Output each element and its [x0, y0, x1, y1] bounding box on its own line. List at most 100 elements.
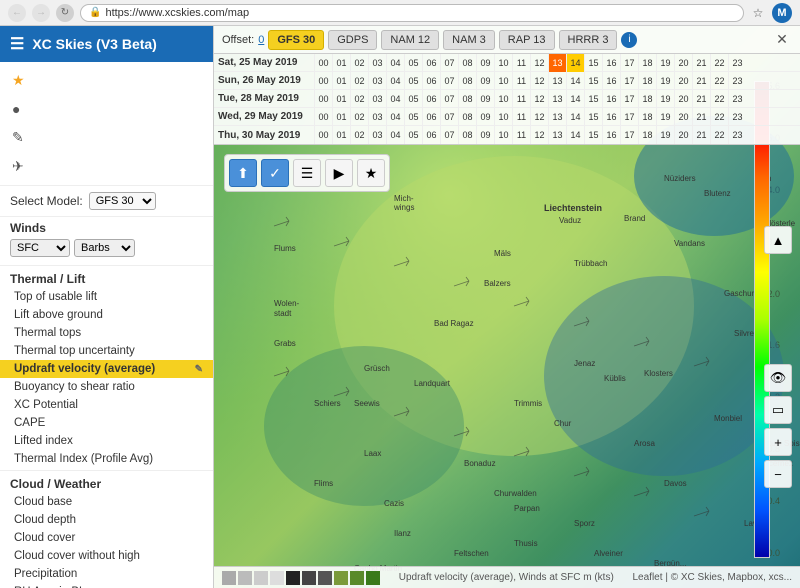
hour-cell-3-11[interactable]: 11	[512, 108, 530, 126]
cursor-tool-button[interactable]: ⬆	[229, 159, 257, 187]
play-button[interactable]: ▶	[325, 159, 353, 187]
hour-cell-0-8[interactable]: 08	[458, 54, 476, 72]
hour-cell-4-11[interactable]: 11	[512, 126, 530, 144]
hour-cell-1-16[interactable]: 16	[602, 72, 620, 90]
close-button[interactable]: ✕	[772, 30, 792, 50]
sidebar-icon-plane[interactable]: ✈	[0, 152, 213, 181]
hour-cell-2-2[interactable]: 02	[350, 90, 368, 108]
hour-cell-3-5[interactable]: 05	[404, 108, 422, 126]
hour-cell-2-15[interactable]: 15	[584, 90, 602, 108]
hour-cell-0-11[interactable]: 11	[512, 54, 530, 72]
menu-item-thermal-tops[interactable]: Thermal tops	[0, 324, 213, 342]
scroll-up-button[interactable]: ▲	[764, 226, 792, 254]
hour-cell-4-16[interactable]: 16	[602, 126, 620, 144]
hour-cell-4-10[interactable]: 10	[494, 126, 512, 144]
hour-cell-3-20[interactable]: 20	[674, 108, 692, 126]
hamburger-icon[interactable]: ☰	[10, 34, 24, 54]
hour-cell-0-22[interactable]: 22	[710, 54, 728, 72]
menu-item-updraft-velocity[interactable]: Updraft velocity (average) ✎	[0, 360, 213, 378]
hour-cell-4-7[interactable]: 07	[440, 126, 458, 144]
hour-cell-4-17[interactable]: 17	[620, 126, 638, 144]
hour-cell-3-22[interactable]: 22	[710, 108, 728, 126]
menu-item-precipitation[interactable]: Precipitation	[0, 565, 213, 583]
hour-cell-3-9[interactable]: 09	[476, 108, 494, 126]
layers-button[interactable]: ☰	[293, 159, 321, 187]
hour-cell-3-16[interactable]: 16	[602, 108, 620, 126]
hour-cell-1-19[interactable]: 19	[656, 72, 674, 90]
menu-item-cape[interactable]: CAPE	[0, 414, 213, 432]
menu-item-cloud-depth[interactable]: Cloud depth	[0, 511, 213, 529]
refresh-button[interactable]: ↻	[56, 4, 74, 22]
hour-cell-4-9[interactable]: 09	[476, 126, 494, 144]
menu-item-thermal-index[interactable]: Thermal Index (Profile Avg)	[0, 450, 213, 468]
hour-cell-4-13[interactable]: 13	[548, 126, 566, 144]
hour-cell-4-1[interactable]: 01	[332, 126, 350, 144]
tab-gfs30[interactable]: GFS 30	[268, 30, 324, 50]
hour-cell-1-11[interactable]: 11	[512, 72, 530, 90]
sidebar-icon-location[interactable]: ●	[0, 95, 213, 123]
menu-item-cloud-cover[interactable]: Cloud cover	[0, 529, 213, 547]
hour-cell-0-5[interactable]: 05	[404, 54, 422, 72]
tab-hrrr3[interactable]: HRRR 3	[559, 30, 618, 50]
menu-item-xc-potential[interactable]: XC Potential	[0, 396, 213, 414]
hour-cell-2-6[interactable]: 06	[422, 90, 440, 108]
hour-cell-3-18[interactable]: 18	[638, 108, 656, 126]
hour-cell-0-14[interactable]: 14	[566, 54, 584, 72]
hour-cell-3-6[interactable]: 06	[422, 108, 440, 126]
hour-cell-1-5[interactable]: 05	[404, 72, 422, 90]
hour-cell-0-13[interactable]: 13	[548, 54, 566, 72]
menu-item-cloud-cover-no-high[interactable]: Cloud cover without high	[0, 547, 213, 565]
hour-cell-0-9[interactable]: 09	[476, 54, 494, 72]
hour-cell-0-20[interactable]: 20	[674, 54, 692, 72]
hour-cell-4-20[interactable]: 20	[674, 126, 692, 144]
hour-cell-4-4[interactable]: 04	[386, 126, 404, 144]
hour-cell-1-18[interactable]: 18	[638, 72, 656, 90]
winds-type-dropdown[interactable]: Barbs Arrows None	[74, 239, 135, 257]
hour-cell-0-4[interactable]: 04	[386, 54, 404, 72]
hour-cell-1-20[interactable]: 20	[674, 72, 692, 90]
hour-cell-1-4[interactable]: 04	[386, 72, 404, 90]
hour-cell-1-23[interactable]: 23	[728, 72, 746, 90]
zoom-in-button[interactable]: +	[764, 428, 792, 456]
hour-cell-0-23[interactable]: 23	[728, 54, 746, 72]
hour-cell-0-1[interactable]: 01	[332, 54, 350, 72]
hour-cell-3-17[interactable]: 17	[620, 108, 638, 126]
hour-cell-0-12[interactable]: 12	[530, 54, 548, 72]
hour-cell-4-14[interactable]: 14	[566, 126, 584, 144]
user-avatar[interactable]: M	[772, 3, 792, 23]
hour-cell-1-13[interactable]: 13	[548, 72, 566, 90]
eye-button[interactable]: 👁	[764, 364, 792, 392]
hour-cell-0-17[interactable]: 17	[620, 54, 638, 72]
hour-cell-3-3[interactable]: 03	[368, 108, 386, 126]
hour-cell-4-19[interactable]: 19	[656, 126, 674, 144]
map-container[interactable]: Liechtenstein Vaduz Mäls Balzers Bad Rag…	[214, 26, 800, 588]
hour-cell-2-13[interactable]: 13	[548, 90, 566, 108]
hour-cell-1-3[interactable]: 03	[368, 72, 386, 90]
hour-cell-2-23[interactable]: 23	[728, 90, 746, 108]
hour-cell-1-6[interactable]: 06	[422, 72, 440, 90]
menu-item-buoyancy-shear[interactable]: Buoyancy to shear ratio	[0, 378, 213, 396]
tab-rap13[interactable]: RAP 13	[499, 30, 555, 50]
winds-level-dropdown[interactable]: SFC 500m 1000m 2000m 3000m	[10, 239, 70, 257]
hour-cell-1-9[interactable]: 09	[476, 72, 494, 90]
model-dropdown[interactable]: GFS 30 GDPS NAM 12 NAM 3 RAP 13 HRRR 3	[89, 192, 156, 210]
edit-icon[interactable]: ✎	[195, 364, 203, 375]
hour-cell-3-19[interactable]: 19	[656, 108, 674, 126]
hour-cell-4-22[interactable]: 22	[710, 126, 728, 144]
hour-cell-2-1[interactable]: 01	[332, 90, 350, 108]
hour-cell-4-0[interactable]: 00	[314, 126, 332, 144]
hour-cell-1-17[interactable]: 17	[620, 72, 638, 90]
back-button[interactable]: ←	[8, 4, 26, 22]
tab-nam12[interactable]: NAM 12	[381, 30, 439, 50]
hour-cell-2-19[interactable]: 19	[656, 90, 674, 108]
forward-button[interactable]: →	[32, 4, 50, 22]
hour-cell-2-22[interactable]: 22	[710, 90, 728, 108]
hour-cell-2-3[interactable]: 03	[368, 90, 386, 108]
hour-cell-4-8[interactable]: 08	[458, 126, 476, 144]
menu-item-top-usable-lift[interactable]: Top of usable lift	[0, 288, 213, 306]
hour-cell-4-6[interactable]: 06	[422, 126, 440, 144]
hour-cell-0-7[interactable]: 07	[440, 54, 458, 72]
hour-cell-0-0[interactable]: 00	[314, 54, 332, 72]
hour-cell-4-21[interactable]: 21	[692, 126, 710, 144]
hour-cell-0-3[interactable]: 03	[368, 54, 386, 72]
